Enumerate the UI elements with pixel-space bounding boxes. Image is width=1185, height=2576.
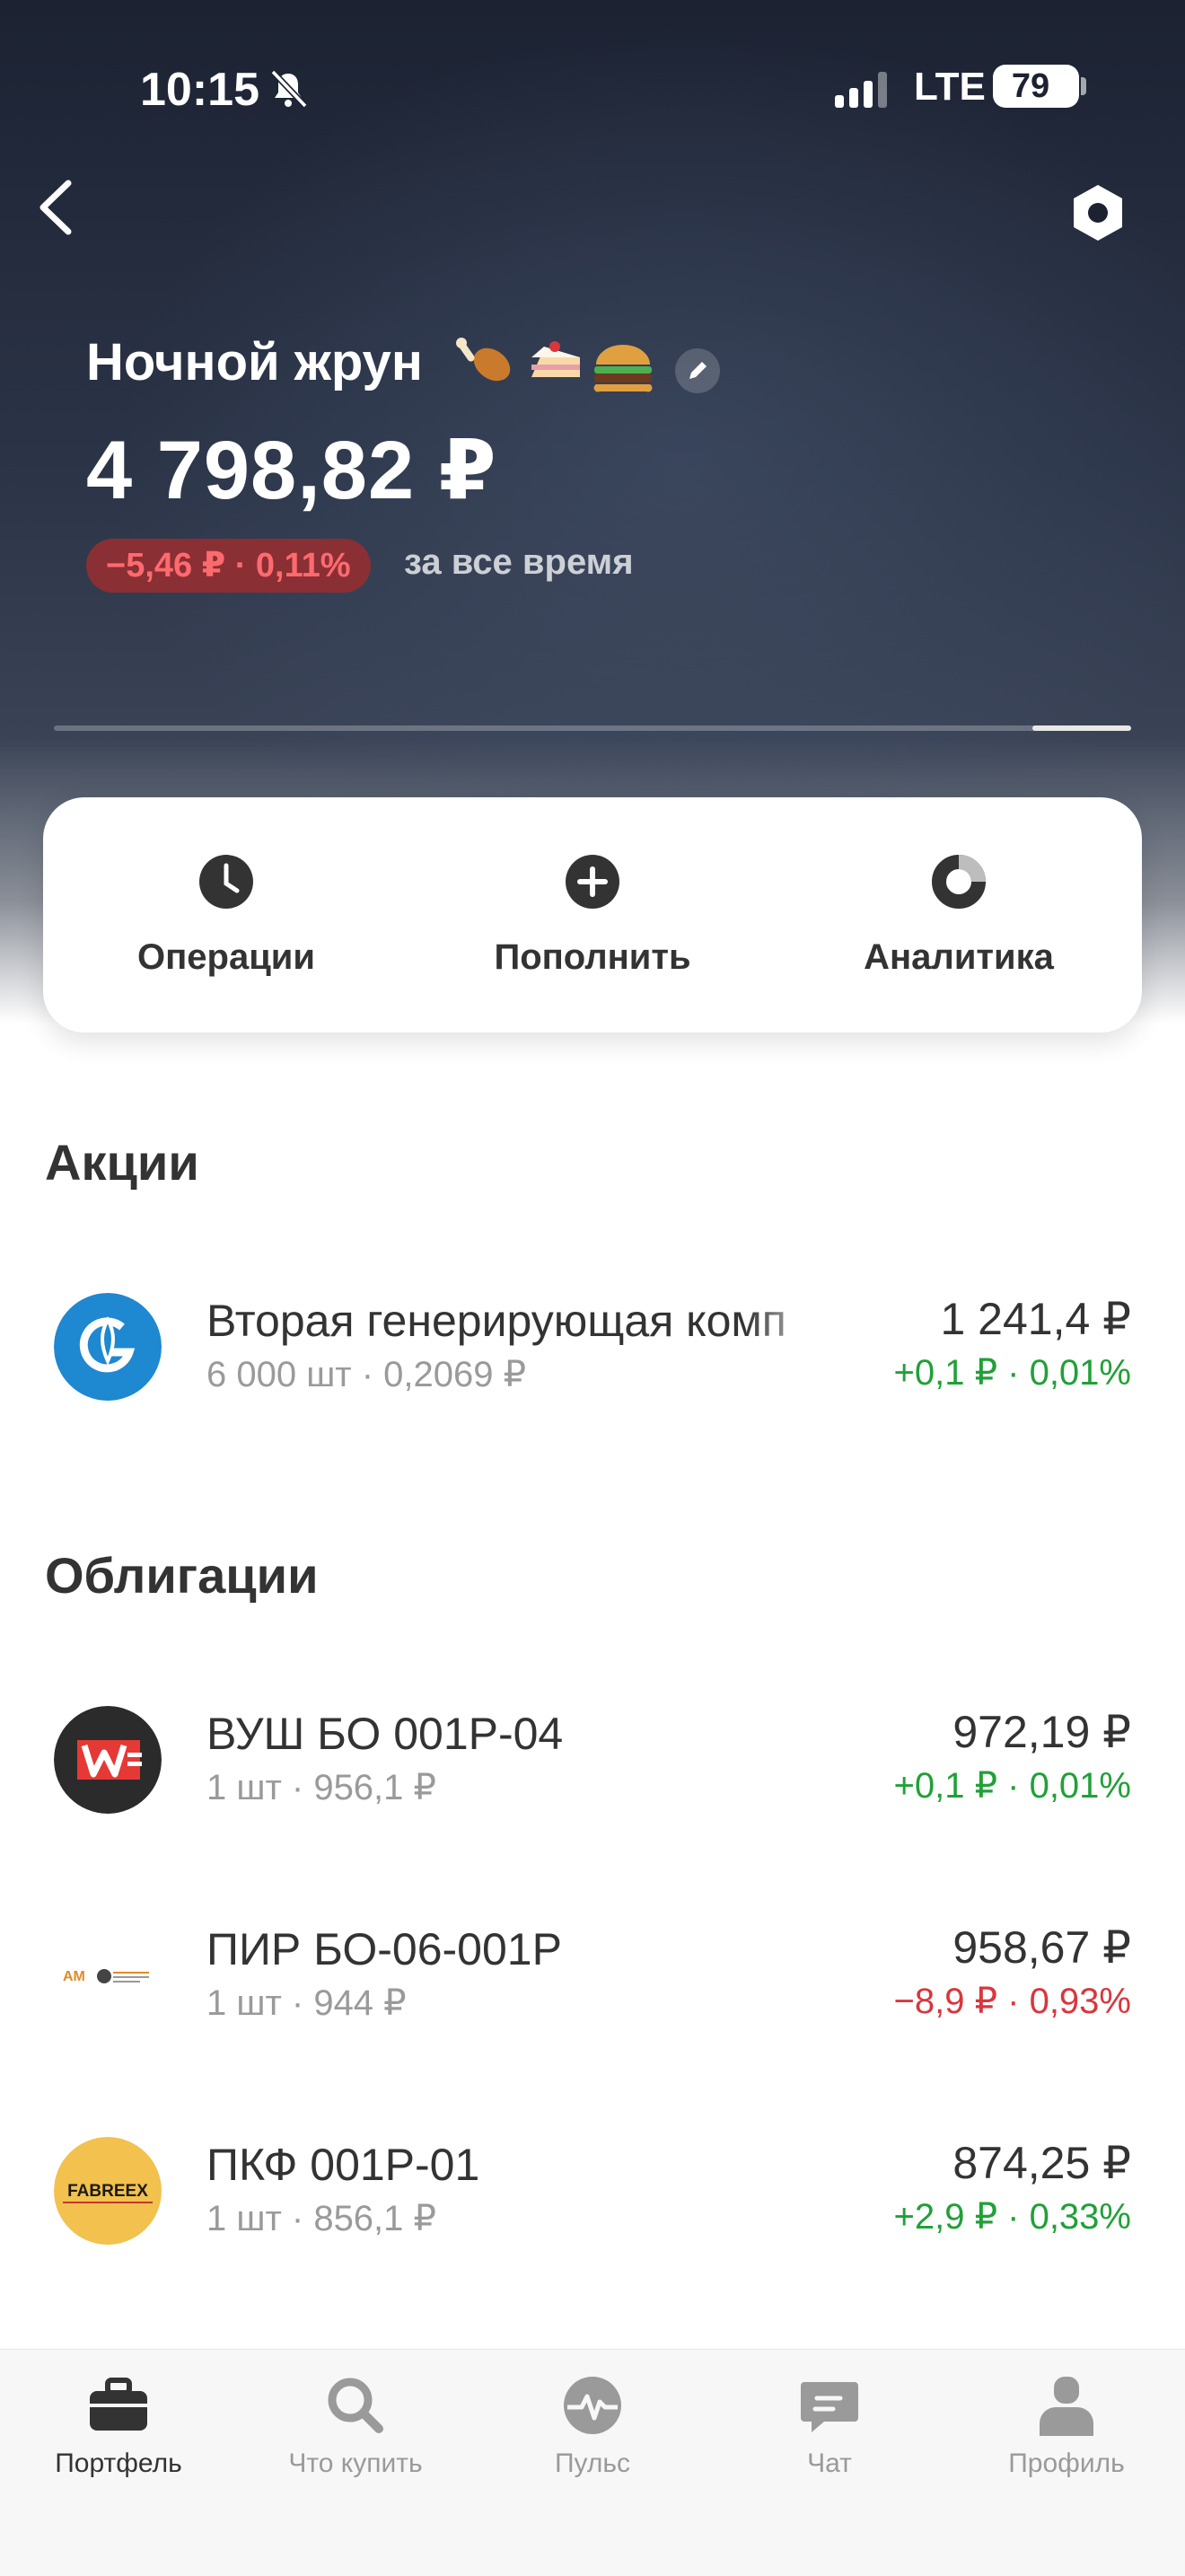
bond-value: 958,67 ₽ (952, 1922, 1131, 1973)
whoosh-logo (54, 1706, 162, 1814)
actions-card: Операции Пополнить Аналитика (43, 797, 1142, 1033)
battery-level: 79 (1011, 67, 1050, 105)
tab-pulse[interactable]: Пульс (474, 2350, 711, 2529)
bond-quantity-price: 1 шт · 856,1 ₽ (206, 2199, 436, 2238)
stock-name: Вторая генерирующая комп (206, 1296, 786, 1346)
portfolio-total: 4 798,82 ₽ (86, 425, 497, 516)
gazprom-logo (54, 1293, 162, 1401)
donut-chart-icon (932, 855, 986, 909)
analytics-label: Аналитика (864, 937, 1054, 977)
network-type: LTE (914, 65, 986, 109)
tab-label: Чат (807, 2449, 852, 2478)
bond-quantity-price: 1 шт · 956,1 ₽ (206, 1768, 436, 1807)
food-emoji-icon (456, 338, 653, 392)
profile-icon (1040, 2377, 1093, 2436)
bond-row[interactable]: AM ПИР БО-06-001Р 1 шт · 944 ₽ 958,67 ₽ … (0, 1895, 1185, 2056)
pulse-icon (564, 2377, 621, 2434)
operations-button[interactable]: Операции (43, 797, 409, 1033)
bonds-section-title: Облигации (45, 1547, 319, 1604)
carousel-progress-indicator (1032, 725, 1131, 731)
fabreex-logo: FABREEX (54, 2137, 162, 2245)
operations-label: Операции (137, 937, 315, 977)
battery-indicator: 79 (993, 65, 1079, 108)
search-icon (328, 2378, 383, 2433)
tab-label: Профиль (1008, 2449, 1125, 2478)
stocks-section-title: Акции (45, 1134, 199, 1191)
portfolio-name: Ночной жрун (86, 333, 423, 391)
tab-chat[interactable]: Чат (711, 2350, 948, 2529)
bond-value: 972,19 ₽ (952, 1707, 1131, 1757)
carousel-progress-track (54, 725, 1131, 731)
tab-label: Пульс (554, 2449, 631, 2478)
signal-icon (835, 72, 887, 108)
name-fade (745, 1293, 835, 1347)
back-button[interactable] (32, 176, 83, 239)
svg-text:AM: AM (63, 1969, 85, 1984)
stock-delta: +0,1 ₽ · 0,01% (893, 1353, 1132, 1393)
battery-tip (1081, 77, 1086, 95)
stock-row[interactable]: Вторая генерирующая комп 6 000 шт · 0,20… (0, 1266, 1185, 1428)
change-period-label: за все время (404, 542, 634, 582)
settings-hex-icon[interactable] (1066, 181, 1129, 244)
top-up-button[interactable]: Пополнить (409, 797, 776, 1033)
bond-delta: −8,9 ₽ · 0,93% (893, 1982, 1132, 2021)
chat-icon (801, 2382, 858, 2432)
edit-pencil-icon[interactable] (675, 348, 720, 393)
bond-row[interactable]: FABREEX ПКФ 001Р-01 1 шт · 856,1 ₽ 874,2… (0, 2110, 1185, 2272)
plus-circle-icon (566, 855, 619, 909)
top-up-label: Пополнить (494, 937, 691, 977)
tab-portfolio[interactable]: Портфель (0, 2350, 237, 2529)
status-time: 10:15 (140, 64, 259, 116)
bell-muted-icon (270, 69, 308, 109)
tab-profile[interactable]: Профиль (948, 2350, 1185, 2529)
bond-quantity-price: 1 шт · 944 ₽ (206, 1983, 407, 2023)
analytics-button[interactable]: Аналитика (776, 797, 1142, 1033)
stock-value: 1 241,4 ₽ (940, 1294, 1131, 1344)
portfolio-change-badge: −5,46 ₽ · 0,11% (86, 539, 371, 593)
bond-name: ПКФ 001Р-01 (206, 2140, 480, 2190)
bond-row[interactable]: ВУШ БО 001Р-04 1 шт · 956,1 ₽ 972,19 ₽ +… (0, 1679, 1185, 1841)
bond-delta: +0,1 ₽ · 0,01% (893, 1766, 1132, 1806)
stock-quantity-price: 6 000 шт · 0,2069 ₽ (206, 1355, 527, 1394)
tab-label: Портфель (55, 2449, 182, 2478)
tab-what-to-buy[interactable]: Что купить (237, 2350, 474, 2529)
pir-logo: AM (54, 1921, 162, 2029)
tab-label: Что купить (288, 2449, 423, 2478)
bond-delta: +2,9 ₽ · 0,33% (893, 2197, 1132, 2237)
briefcase-icon (90, 2378, 147, 2431)
bond-name: ПИР БО-06-001Р (206, 1924, 562, 1974)
svg-text:FABREEX: FABREEX (67, 2182, 148, 2201)
clock-icon (199, 855, 253, 909)
bond-name: ВУШ БО 001Р-04 (206, 1709, 564, 1759)
bottom-tab-bar: Портфель Что купить Пульс Чат Профиль (0, 2349, 1185, 2576)
bond-value: 874,25 ₽ (952, 2138, 1131, 2188)
